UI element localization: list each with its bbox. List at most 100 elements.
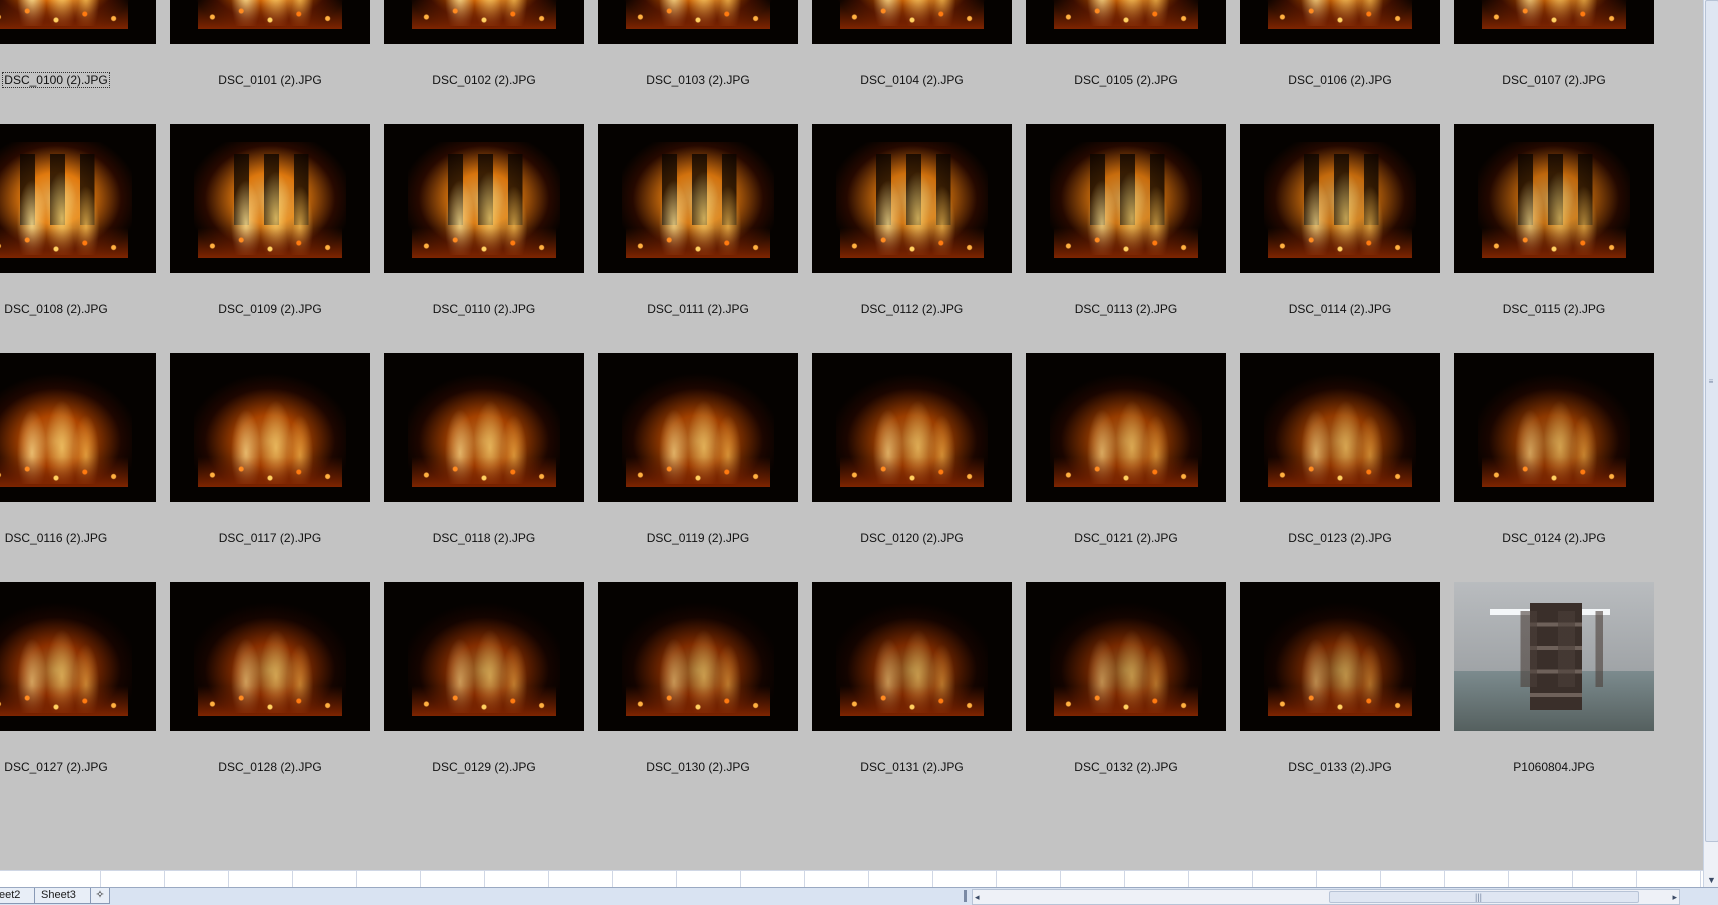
thumbnail-image[interactable] [1454,124,1654,273]
grid-column-line [548,871,549,888]
thumbnail-image[interactable] [384,0,584,44]
thumbnail-image[interactable] [0,582,156,731]
thumbnail-image[interactable] [598,0,798,44]
thumbnail-image[interactable] [1026,124,1226,273]
thumbnail-tile[interactable]: DSC_0109 (2).JPG [170,124,384,353]
thumbnail-tile[interactable]: DSC_0101 (2).JPG [170,0,384,124]
thumbnail-image[interactable] [812,0,1012,44]
thumbnail-image[interactable] [598,353,798,502]
thumbnail-tile[interactable]: DSC_0119 (2).JPG [598,353,812,582]
horizontal-scrollbar[interactable]: ◂ ||| ▸ [972,889,1680,905]
thumbnail-image[interactable] [1026,353,1226,502]
thumbnail-tile[interactable]: P1060804.JPG [1454,582,1668,811]
thumbnail-tile[interactable]: DSC_0128 (2).JPG [170,582,384,811]
thumbnail-tile[interactable]: DSC_0103 (2).JPG [598,0,812,124]
filename-text: DSC_0111 (2).JPG [647,302,749,316]
embers [0,228,128,259]
thumbnail-tile[interactable]: DSC_0121 (2).JPG [1026,353,1240,582]
thumbnail-image[interactable] [1454,582,1654,731]
thumbnail-tile[interactable]: DSC_0112 (2).JPG [812,124,1026,353]
embers [1054,457,1198,488]
thumbnail-image[interactable] [170,0,370,44]
thumbnail-image[interactable] [1240,124,1440,273]
filename-text: P1060804.JPG [1513,760,1595,774]
thumbnail-image[interactable] [0,353,156,502]
insert-sheet-icon[interactable]: ✧ [90,888,110,904]
scroll-down-icon[interactable]: ▼ [1707,875,1716,885]
thumbnail-tile[interactable]: DSC_0105 (2).JPG [1026,0,1240,124]
embers [198,686,342,717]
thumbnail-tile[interactable]: DSC_0130 (2).JPG [598,582,812,811]
filename-text: DSC_0117 (2).JPG [218,531,322,545]
thumbnail-filename: DSC_0115 (2).JPG [1454,302,1654,316]
thumbnail-tile[interactable]: DSC_0127 (2).JPG [0,582,170,811]
thumbnail-image[interactable] [0,0,156,44]
thumbnail-tile[interactable]: DSC_0117 (2).JPG [170,353,384,582]
thumbnail-tile[interactable]: DSC_0132 (2).JPG [1026,582,1240,811]
thumbnail-image[interactable] [384,582,584,731]
tab-sheet3[interactable]: Sheet3 [34,888,92,904]
thumbnail-tile[interactable]: DSC_0131 (2).JPG [812,582,1026,811]
thumbnail-image[interactable] [1454,353,1654,502]
grid-column-line [1700,871,1701,888]
thumbnail-tile[interactable]: DSC_0107 (2).JPG [1454,0,1668,124]
thumbnail-tile[interactable]: DSC_0106 (2).JPG [1240,0,1454,124]
thumbnail-tile[interactable]: DSC_0102 (2).JPG [384,0,598,124]
thumbnail-tile[interactable]: DSC_0118 (2).JPG [384,353,598,582]
grid-column-line [100,871,101,888]
thumbnail-tile[interactable]: DSC_0116 (2).JPG [0,353,170,582]
thumbnail-tile[interactable]: DSC_0124 (2).JPG [1454,353,1668,582]
thumbnail-image[interactable] [812,353,1012,502]
horizontal-scroll-thumb[interactable] [1329,891,1639,903]
thumbnail-image[interactable] [1240,582,1440,731]
thumbnail-image[interactable] [1454,0,1654,44]
thumbnail-tile[interactable]: DSC_0111 (2).JPG [598,124,812,353]
tab-sheet2[interactable]: eet2 [0,888,36,904]
embers [1054,228,1198,259]
embers [0,457,128,488]
vertical-scrollbar[interactable]: ≡ ▼ [1703,0,1718,887]
thumbnail-image[interactable] [170,582,370,731]
thumbnail-tile[interactable]: DSC_0133 (2).JPG [1240,582,1454,811]
thumbnail-image[interactable] [384,124,584,273]
thumbnail-image[interactable] [1240,353,1440,502]
embers [840,686,984,717]
spreadsheet-grid-row[interactable] [0,870,1703,888]
thumbnail-image[interactable] [598,582,798,731]
scroll-grip-icon: ||| [1475,892,1483,902]
thumbnail-tile[interactable]: DSC_0100 (2).JPG [0,0,170,124]
thumbnail-tile[interactable]: DSC_0108 (2).JPG [0,124,170,353]
thumbnail-image[interactable] [1026,0,1226,44]
embers [0,0,128,30]
grid-column-line [932,871,933,888]
thumbnail-image[interactable] [598,124,798,273]
thumbnail-tile[interactable]: DSC_0104 (2).JPG [812,0,1026,124]
thumbnail-image[interactable] [812,582,1012,731]
thumbnail-filename: DSC_0123 (2).JPG [1240,531,1440,545]
embers [626,0,770,30]
thumbnail-tile[interactable]: DSC_0110 (2).JPG [384,124,598,353]
thumbnail-image[interactable] [1026,582,1226,731]
embers [412,457,556,488]
thumbnail-gallery: DSC_0100 (2).JPG DSC_0101 (2).JPG DSC_0102… [0,0,1703,870]
tab-split-handle[interactable] [964,890,967,902]
thumbnail-tile[interactable]: DSC_0115 (2).JPG [1454,124,1668,353]
filename-text: DSC_0130 (2).JPG [646,760,750,774]
scroll-left-icon[interactable]: ◂ [975,890,980,904]
thumbnail-tile[interactable]: DSC_0129 (2).JPG [384,582,598,811]
thumbnail-image[interactable] [812,124,1012,273]
thumbnail-image[interactable] [1240,0,1440,44]
thumbnail-image[interactable] [170,124,370,273]
thumbnail-tile[interactable]: DSC_0123 (2).JPG [1240,353,1454,582]
thumbnail-image[interactable] [0,124,156,273]
thumbnail-image[interactable] [170,353,370,502]
thumbnail-filename: DSC_0117 (2).JPG [170,531,370,545]
filename-text: DSC_0129 (2).JPG [432,760,536,774]
vertical-scroll-thumb[interactable] [1705,0,1718,842]
scroll-right-icon[interactable]: ▸ [1672,890,1677,904]
thumbnail-tile[interactable]: DSC_0120 (2).JPG [812,353,1026,582]
thumbnail-filename: P1060804.JPG [1454,760,1654,774]
thumbnail-tile[interactable]: DSC_0114 (2).JPG [1240,124,1454,353]
thumbnail-tile[interactable]: DSC_0113 (2).JPG [1026,124,1240,353]
thumbnail-image[interactable] [384,353,584,502]
